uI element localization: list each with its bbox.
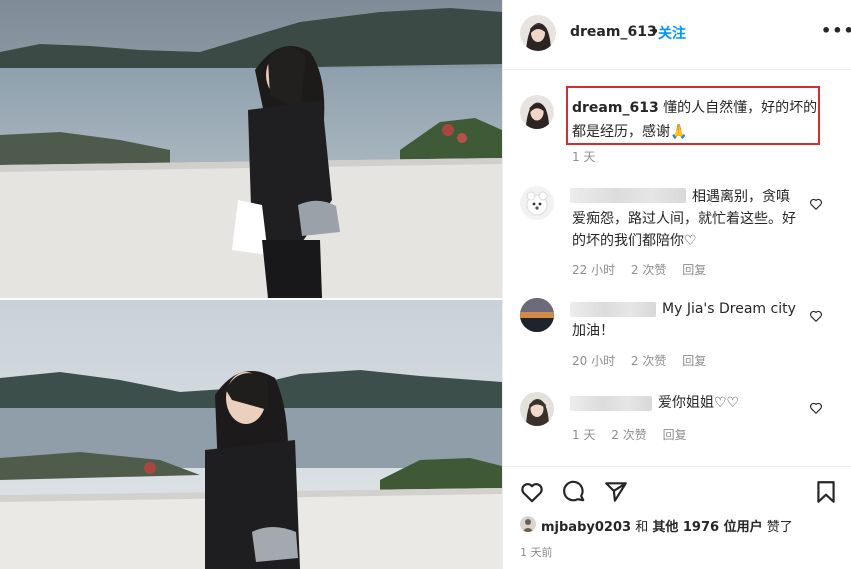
post-photo-2[interactable] [0, 300, 502, 569]
author-username-link[interactable]: dream_613 [570, 24, 657, 40]
comment-like-heart-icon[interactable] [809, 197, 823, 211]
commenter-avatar[interactable] [520, 298, 554, 332]
caption-text: dream_613 懂的人自然懂，好的坏的都是经历，感谢🙏 [572, 96, 818, 144]
comment-meta: 1 天 2 次赞 回复 [572, 426, 699, 443]
comment-meta: 22 小时 2 次赞 回复 [572, 261, 718, 278]
comment-meta: 20 小时 2 次赞 回复 [572, 352, 718, 369]
caption-username-link[interactable]: dream_613 [572, 100, 659, 116]
liker-avatar[interactable] [520, 516, 536, 532]
comment-bubble-icon[interactable] [561, 479, 587, 505]
caption-author-avatar[interactable] [520, 95, 554, 129]
comment-reply-button[interactable]: 回复 [682, 354, 706, 368]
post-header: dream_613 • 关注 ••• [503, 0, 851, 70]
post-actions-bar: mjbaby0203 和 其他 1976 位用户 赞了 1 天前 [503, 466, 851, 566]
commenter-avatar[interactable] [520, 186, 554, 220]
comment-timestamp[interactable]: 22 小时 [572, 263, 615, 277]
more-options-icon[interactable]: ••• [821, 21, 851, 40]
comment-timestamp[interactable]: 20 小时 [572, 354, 615, 368]
comment-text: My Jia's Dream city 加油！ [572, 301, 796, 339]
post-photos [0, 0, 502, 569]
post-photo-1[interactable] [0, 0, 502, 298]
likes-suffix: 赞了 [766, 520, 793, 535]
comment-reply-button[interactable]: 回复 [682, 263, 706, 277]
comment-like-heart-icon[interactable] [809, 401, 823, 415]
bookmark-icon[interactable] [813, 479, 839, 505]
comment-likes-count[interactable]: 2 次赞 [611, 428, 646, 442]
first-liker-username[interactable]: mjbaby0203 [541, 520, 631, 535]
paper-plane-icon[interactable] [603, 479, 629, 505]
caption-timestamp[interactable]: 1 天 [572, 148, 595, 165]
other-likers-link[interactable]: 其他 1976 位用户 [652, 520, 762, 535]
author-avatar[interactable] [520, 15, 556, 51]
comment-timestamp[interactable]: 1 天 [572, 428, 595, 442]
commenter-avatar[interactable] [520, 392, 554, 426]
comment-reply-button[interactable]: 回复 [663, 428, 687, 442]
post-timestamp[interactable]: 1 天前 [520, 544, 553, 560]
post-side-panel: dream_613 • 关注 ••• dream_613 懂的人自然懂，好的坏的… [502, 0, 851, 569]
comment-like-heart-icon[interactable] [809, 309, 823, 323]
comment-text: 爱你姐姐♡♡ [658, 395, 740, 411]
comment-text: 相遇离别，贪嗔爱痴怨，路过人间，就忙着这些。好的坏的我们都陪你♡ [572, 189, 796, 249]
comment-likes-count[interactable]: 2 次赞 [631, 354, 666, 368]
likes-summary: mjbaby0203 和 其他 1976 位用户 赞了 [541, 516, 793, 535]
likes-joiner: 和 [635, 520, 649, 535]
heart-outline-icon[interactable] [519, 479, 545, 505]
comment-likes-count[interactable]: 2 次赞 [631, 263, 666, 277]
follow-button[interactable]: 关注 [658, 23, 686, 43]
